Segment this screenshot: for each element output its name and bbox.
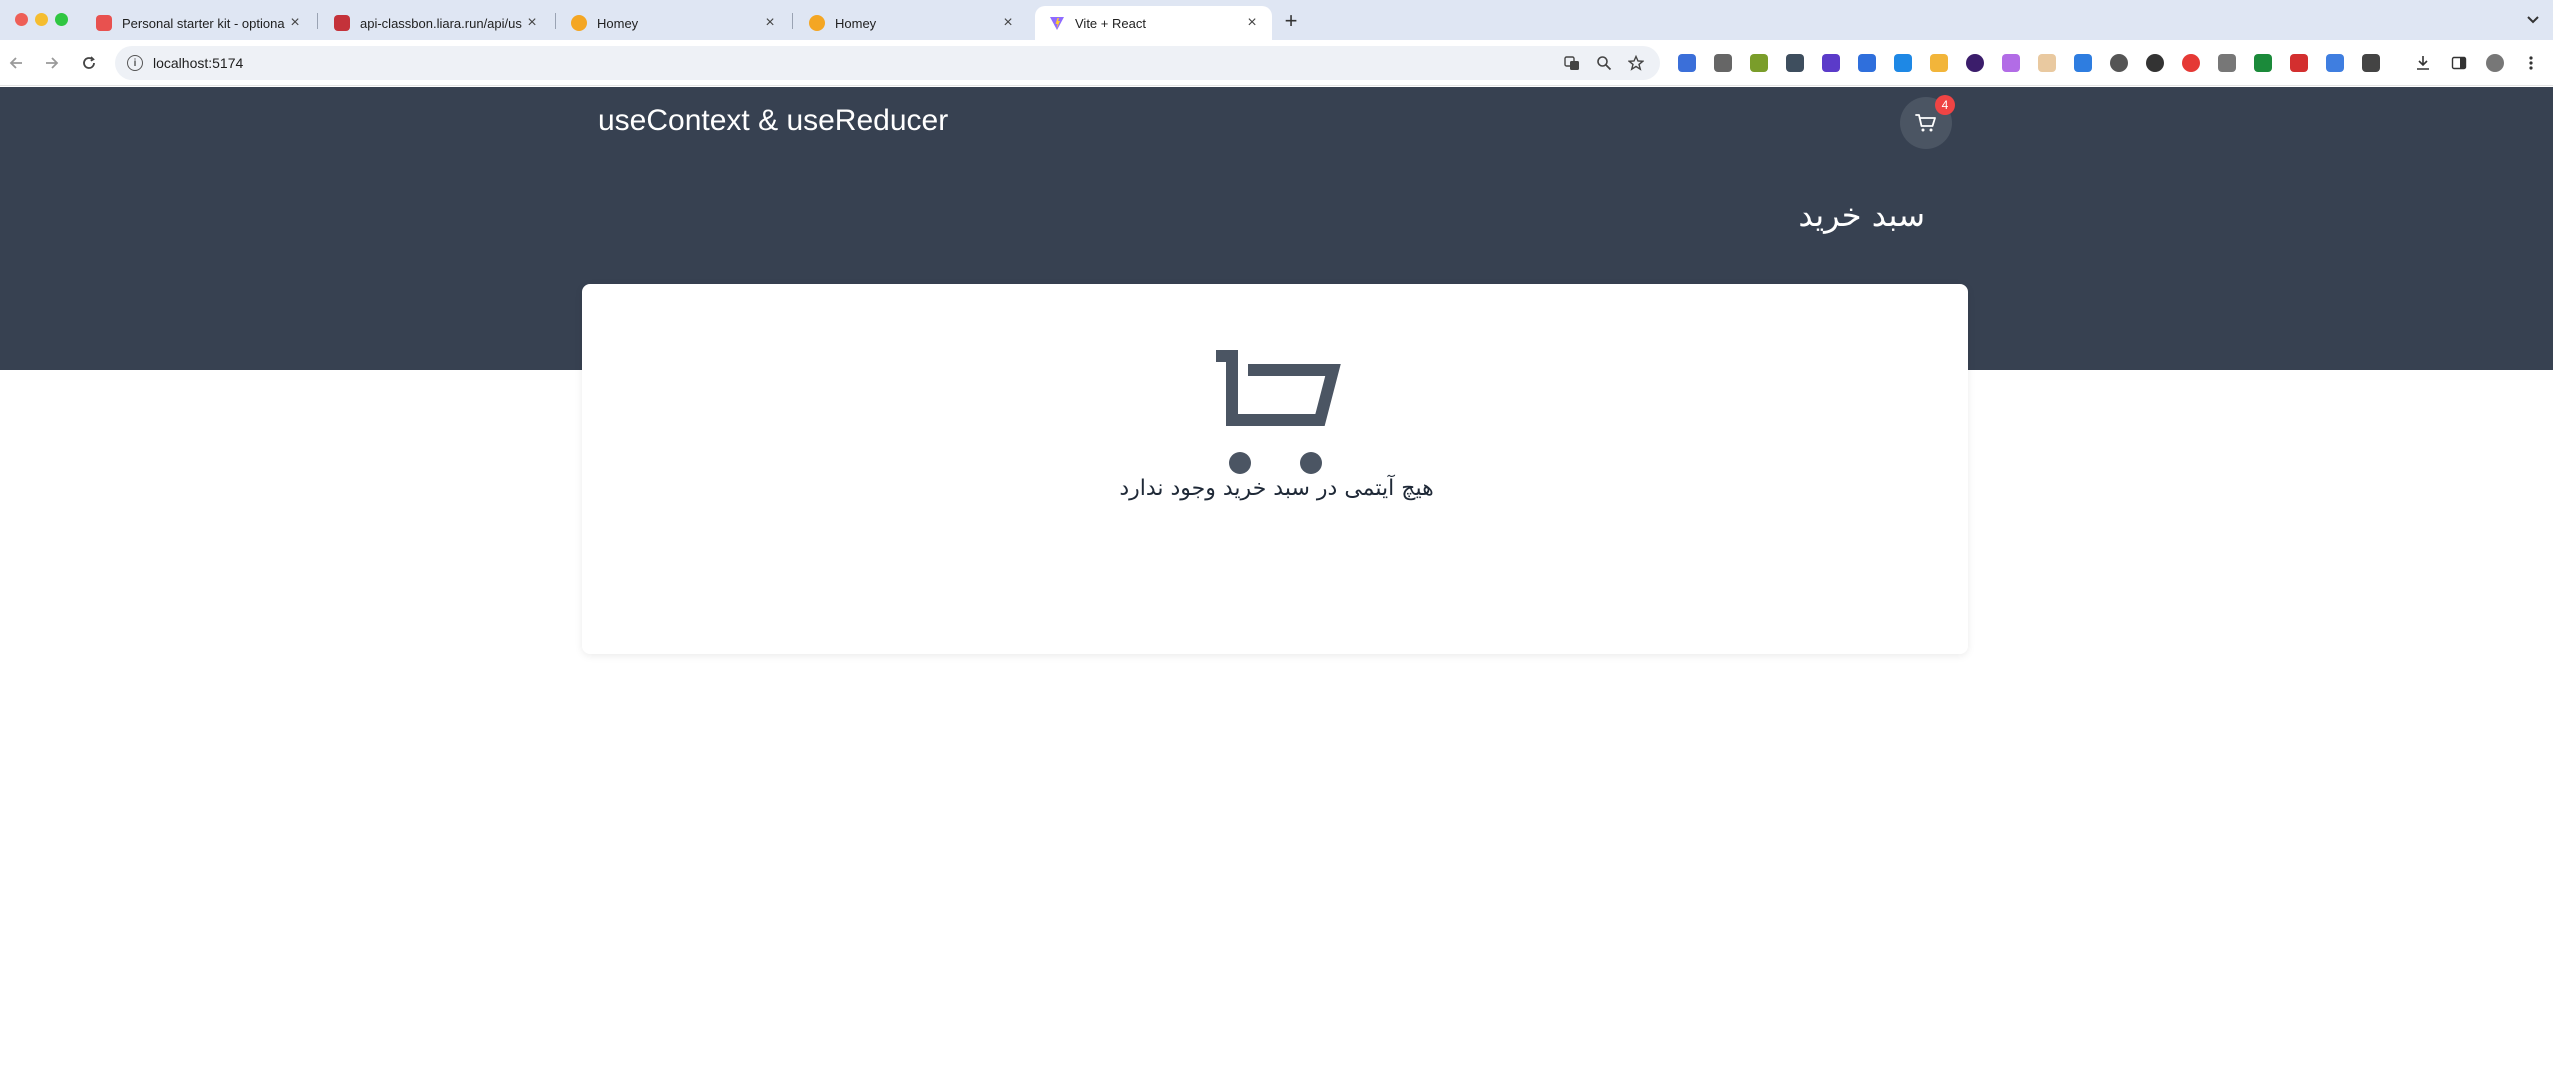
browser-tab[interactable]: Homey × [795,6,1028,40]
extension-icon[interactable] [1822,54,1840,72]
extension-icon[interactable] [1858,54,1876,72]
extension-icon[interactable] [2110,54,2128,72]
empty-cart-message: هیچ آیتمی در سبد خرید وجود ندارد [1119,476,1434,501]
extension-icon[interactable] [1678,54,1696,72]
vite-favicon-icon [1049,15,1065,31]
translate-icon[interactable] [1562,53,1582,73]
site-info-icon[interactable]: i [127,55,143,71]
forward-arrow-icon[interactable] [40,51,64,75]
download-icon[interactable] [2414,54,2432,72]
browser-tab-active[interactable]: Vite + React × [1035,6,1272,40]
browser-tab[interactable]: api-classbon.liara.run/api/use × [320,6,552,40]
tab-close-icon[interactable]: × [760,13,780,33]
extension-icon[interactable] [2146,54,2164,72]
extension-icon[interactable] [1750,54,1768,72]
tab-title: Vite + React [1075,15,1146,31]
tab-favicon-icon [571,15,587,31]
window-minimize-button[interactable] [35,13,48,26]
extension-icon[interactable] [2074,54,2092,72]
tab-favicon-icon [96,15,112,31]
tab-close-icon[interactable]: × [285,13,305,33]
extension-icon[interactable] [1786,54,1804,72]
cart-icon [1915,114,1936,132]
extension-icon[interactable] [1894,54,1912,72]
side-panel-icon[interactable] [2450,54,2468,72]
extension-icon[interactable] [1714,54,1732,72]
extension-icon[interactable] [2290,54,2308,72]
extension-icon[interactable] [2038,54,2056,72]
window-zoom-button[interactable] [55,13,68,26]
cart-count-badge: 4 [1935,95,1955,115]
tab-title: Homey [597,15,639,31]
window-close-button[interactable] [15,13,28,26]
reload-icon[interactable] [77,51,101,75]
browser-menu-icon[interactable] [2522,54,2540,72]
extension-icon[interactable] [1930,54,1948,72]
empty-cart-icon [1216,350,1341,474]
profile-avatar-icon[interactable] [2486,54,2504,72]
app-title: useContext & useReducer [598,104,949,137]
extension-icon[interactable] [2002,54,2020,72]
browser-tab[interactable]: Homey × [557,6,790,40]
tab-close-icon[interactable]: × [522,13,542,33]
tab-title: api-classbon.liara.run/api/use [360,15,522,31]
back-arrow-icon[interactable] [4,51,28,75]
new-tab-button[interactable]: + [1278,8,1304,34]
tab-title: Personal starter kit - optional [122,15,285,31]
browser-tab[interactable]: Personal starter kit - optional × [82,6,315,40]
address-bar[interactable]: i localhost:5174 [115,46,1660,80]
browser-toolbar: i localhost:5174 [0,40,2553,86]
tab-search-chevron-icon[interactable] [2521,8,2545,32]
extension-icon[interactable] [1966,54,1984,72]
page-heading: سبد خرید [1798,196,1925,234]
tab-close-icon[interactable]: × [998,13,1018,33]
browser-tab-bar: Personal starter kit - optional × api-cl… [0,0,2553,40]
extension-icon[interactable] [2182,54,2200,72]
tab-close-icon[interactable]: × [1242,13,1262,33]
extension-icon[interactable] [2218,54,2236,72]
bookmark-star-icon[interactable] [1626,53,1646,73]
extension-icon[interactable] [2326,54,2344,72]
extension-icon[interactable] [2254,54,2272,72]
zoom-icon[interactable] [1594,53,1614,73]
tab-favicon-icon [809,15,825,31]
tab-favicon-icon [334,15,350,31]
address-url: localhost:5174 [153,55,244,71]
puzzle-extensions-icon[interactable] [2362,54,2380,72]
tab-title: Homey [835,15,877,31]
